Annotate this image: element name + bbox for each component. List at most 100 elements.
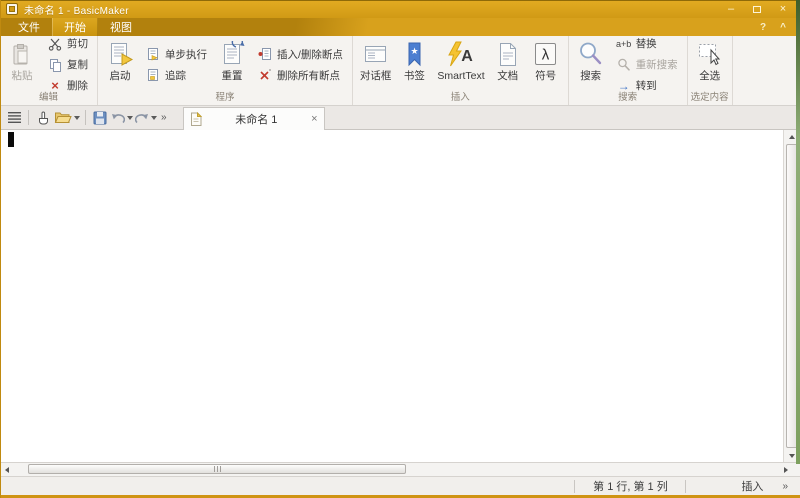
toggle-breakpoint-button[interactable]: 插入/删除断点 — [254, 47, 346, 62]
select-all-label: 全选 — [699, 70, 721, 82]
group-label-search: 搜索 — [618, 92, 638, 103]
document-tab-icon — [190, 112, 202, 126]
redo-button[interactable] — [135, 108, 157, 128]
toolbar-separator — [28, 110, 29, 125]
undo-button[interactable] — [111, 108, 133, 128]
open-dropdown-caret — [74, 115, 80, 120]
horizontal-scrollbar-thumb[interactable] — [28, 464, 406, 474]
copy-icon — [47, 58, 63, 72]
window-top-border — [0, 0, 800, 1]
toggle-breakpoint-label: 插入/删除断点 — [277, 48, 343, 61]
smarttext-label: SmartText — [437, 70, 485, 82]
save-floppy-icon — [93, 111, 107, 124]
symbol-button[interactable]: λ 符号 — [528, 38, 564, 91]
paste-button[interactable]: 粘贴 — [4, 38, 40, 91]
thumb-grip — [216, 466, 218, 472]
basicmaker-window: 未命名 1 - BasicMaker – × 文件 开始 视图 ? ^ 粘贴 剪… — [0, 0, 800, 498]
close-button[interactable]: × — [770, 1, 796, 17]
tab-home[interactable]: 开始 — [52, 18, 98, 36]
search-label: 搜索 — [580, 70, 602, 82]
group-label-edit: 编辑 — [38, 92, 58, 103]
step-label: 单步执行 — [165, 48, 207, 61]
replace-label: 替换 — [635, 38, 657, 50]
redo-dropdown-caret — [151, 115, 157, 120]
touch-mode-button[interactable] — [34, 108, 52, 128]
window-title: 未命名 1 - BasicMaker — [24, 5, 129, 17]
reset-button[interactable]: 重置 — [214, 38, 250, 91]
scroll-left-button[interactable] — [1, 463, 13, 476]
minimize-button[interactable]: – — [718, 1, 744, 17]
hand-icon — [39, 111, 48, 124]
status-bar: 第 1 行, 第 1 列 插入 » — [0, 476, 800, 498]
ribbon-group-selection: 全选 选定内容 — [688, 36, 733, 105]
reset-icon — [219, 41, 246, 68]
step-button[interactable]: 单步执行 — [142, 47, 210, 62]
window-left-border — [0, 0, 1, 498]
search-again-icon — [616, 58, 632, 72]
titlebar: 未命名 1 - BasicMaker – × — [0, 0, 800, 18]
clear-breakpoints-icon — [257, 68, 273, 82]
trace-icon — [145, 68, 161, 82]
save-button[interactable] — [91, 108, 109, 128]
document-tab-title: 未命名 1 — [235, 114, 278, 126]
smarttext-icon: A — [446, 41, 476, 68]
document-label: 文档 — [497, 70, 519, 82]
open-file-button[interactable] — [54, 108, 80, 128]
ribbon-empty-space — [733, 36, 800, 105]
left-arrow-icon — [5, 466, 9, 473]
clear-breakpoints-button[interactable]: 删除所有断点 — [254, 68, 346, 83]
collapse-ribbon-button[interactable]: ^ — [780, 22, 786, 33]
bookmark-label: 书签 — [403, 70, 425, 82]
folder-open-icon — [54, 112, 72, 123]
trace-button[interactable]: 追踪 — [142, 68, 210, 83]
dialog-label: 对话框 — [359, 70, 392, 82]
program-small-buttons-2: 插入/删除断点 删除所有断点 — [252, 38, 348, 91]
toolbar-list-button[interactable] — [5, 108, 23, 128]
svg-text:★: ★ — [410, 46, 418, 56]
document-tab[interactable]: 未命名 1 × — [182, 107, 325, 130]
right-arrow-icon — [784, 466, 788, 473]
search-again-button[interactable]: 重新搜索 — [613, 57, 681, 72]
start-button[interactable]: 启动 — [102, 38, 138, 91]
tab-file[interactable]: 文件 — [6, 18, 52, 36]
svg-text:A: A — [461, 48, 473, 65]
document-button[interactable]: 文档 — [490, 38, 526, 91]
trace-label: 追踪 — [165, 69, 186, 82]
ribbon-group-program: 启动 单步执行 追踪 重置 插入/删除断点 删除所有断点 程序 — [98, 36, 353, 105]
scroll-right-button[interactable] — [780, 463, 792, 476]
search-button[interactable]: 搜索 — [573, 38, 609, 91]
tab-view[interactable]: 视图 — [98, 18, 144, 36]
bookmark-button[interactable]: ★ 书签 — [396, 38, 432, 91]
insert-mode-status[interactable]: 插入 — [722, 478, 782, 494]
reset-label: 重置 — [221, 70, 243, 82]
code-editor-area[interactable] — [0, 130, 800, 462]
dialog-button[interactable]: 对话框 — [357, 38, 395, 91]
redo-icon — [135, 113, 148, 123]
statusbar-separator — [685, 479, 687, 493]
select-all-button[interactable]: 全选 — [692, 38, 728, 91]
search-small-buttons: a+b 替换 重新搜索 → 转到 — [611, 36, 683, 92]
maximize-button[interactable] — [744, 1, 770, 17]
statusbar-overflow-button[interactable]: » — [782, 481, 788, 492]
replace-ab-icon: a+b — [616, 38, 632, 49]
thumb-grip — [213, 466, 215, 472]
cut-button[interactable]: 剪切 — [44, 36, 91, 51]
help-button[interactable]: ? — [760, 22, 766, 33]
program-small-buttons-1: 单步执行 追踪 — [140, 38, 212, 91]
thumb-grip — [219, 466, 221, 472]
smarttext-button[interactable]: A SmartText — [434, 38, 487, 91]
symbol-lambda-icon: λ — [532, 41, 559, 68]
breakpoint-icon — [257, 47, 273, 61]
search-icon — [577, 41, 604, 68]
horizontal-scrollbar[interactable] — [0, 462, 800, 476]
ribbon-group-edit: 粘贴 剪切 复制 × 删除 编辑 — [0, 36, 98, 105]
toolbar-overflow-button[interactable]: » — [161, 112, 167, 123]
replace-button[interactable]: a+b 替换 — [613, 36, 681, 51]
dialog-icon — [362, 41, 389, 68]
down-arrow-icon — [789, 453, 795, 458]
bookmark-icon: ★ — [401, 41, 428, 68]
copy-button[interactable]: 复制 — [44, 57, 91, 72]
app-icon[interactable] — [6, 3, 18, 15]
select-all-icon — [696, 41, 723, 68]
document-tab-close-icon[interactable]: × — [311, 113, 317, 125]
